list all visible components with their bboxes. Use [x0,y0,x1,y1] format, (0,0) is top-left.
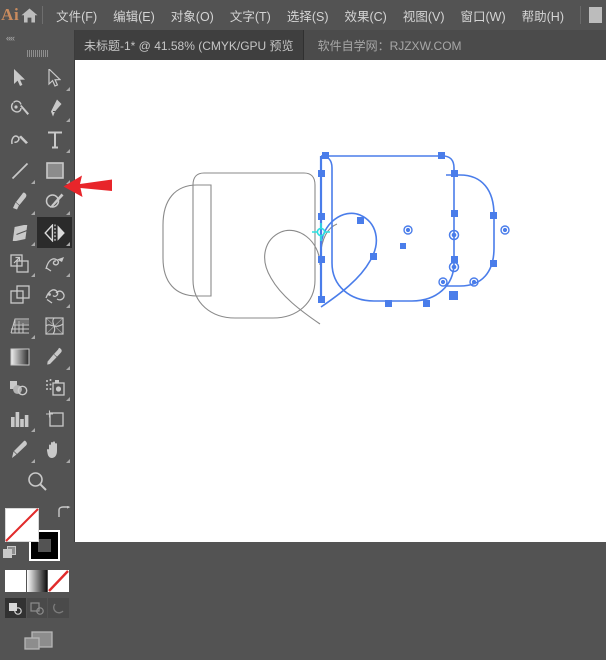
flyout-triangle-icon[interactable] [31,459,35,463]
workspace-switcher-icon[interactable] [589,7,602,23]
flyout-triangle-icon[interactable] [66,366,70,370]
shaper-tool[interactable] [37,186,72,217]
flyout-triangle-icon[interactable] [66,149,70,153]
curvature-tool[interactable] [2,124,37,155]
collapse-panel-icon[interactable]: «« [0,30,74,46]
hand-tool[interactable] [37,434,72,465]
shape-builder-tool[interactable] [37,279,72,310]
app-logo: Ai [0,0,20,30]
document-canvas[interactable] [75,60,606,542]
color-mode-solid[interactable] [5,570,26,592]
flyout-triangle-icon[interactable] [66,242,70,246]
gradient-tool[interactable] [2,341,37,372]
mesh-tool[interactable] [37,310,72,341]
document-tab-bar: 未标题-1* @ 41.58% (CMYK/GPU 预览 软件自学网：RJZXW… [75,30,606,60]
flyout-triangle-icon[interactable] [31,273,35,277]
artboard-tool[interactable] [37,403,72,434]
free-transform-tool[interactable] [2,279,37,310]
flyout-triangle-icon[interactable] [31,428,35,432]
color-mode-bar [5,570,69,592]
flyout-triangle-icon[interactable] [31,211,35,215]
paintbrush-tool[interactable] [2,186,37,217]
menu-help[interactable]: 帮助(H) [514,0,572,30]
zoom-tool[interactable] [2,465,72,496]
direct-selection-tool[interactable] [37,62,72,93]
artwork-layer [75,60,606,542]
draw-inside-mode[interactable] [48,598,69,618]
flyout-triangle-icon[interactable] [31,335,35,339]
menu-edit[interactable]: 编辑(E) [105,0,163,30]
menu-effect[interactable]: 效果(C) [336,0,394,30]
menu-view[interactable]: 视图(V) [395,0,453,30]
home-icon[interactable] [20,0,39,30]
tool-grid [2,62,72,496]
flyout-triangle-icon[interactable] [66,180,70,184]
menu-bar: Ai 文件(F) 编辑(E) 对象(O) 文字(T) 选择(S) 效果(C) 视… [0,0,606,30]
slice-tool[interactable] [2,434,37,465]
draw-behind-mode[interactable] [27,598,48,618]
tools-panel: «« [0,30,75,542]
change-screen-mode[interactable] [3,626,73,660]
reflect-tool[interactable] [37,217,72,248]
document-tab[interactable]: 未标题-1* @ 41.58% (CMYK/GPU 预览 [75,30,304,60]
draw-mode-bar [5,598,69,618]
menu-object[interactable]: 对象(O) [163,0,222,30]
flyout-triangle-icon[interactable] [66,118,70,122]
menu-type[interactable]: 文字(T) [222,0,279,30]
flyout-triangle-icon[interactable] [66,304,70,308]
flyout-triangle-icon[interactable] [66,273,70,277]
eraser-tool[interactable] [2,217,37,248]
flyout-triangle-icon[interactable] [31,180,35,184]
blend-tool[interactable] [2,372,37,403]
width-tool[interactable] [37,248,72,279]
magic-wand-tool[interactable] [2,93,37,124]
swap-fill-stroke-icon[interactable] [57,506,71,522]
illustrator-window: Ai 文件(F) 编辑(E) 对象(O) 文字(T) 选择(S) 效果(C) 视… [0,0,606,542]
pen-tool[interactable] [37,93,72,124]
menubar-right-divider [580,6,581,24]
menu-file[interactable]: 文件(F) [48,0,105,30]
toolbar-drag-handle[interactable] [0,46,74,60]
original-mug-shape[interactable] [163,173,337,324]
color-mode-gradient[interactable] [27,570,48,592]
selected-mug-shape[interactable] [304,156,494,307]
menubar-right-group [572,6,606,24]
flyout-triangle-icon[interactable] [66,211,70,215]
menu-select[interactable]: 选择(S) [279,0,337,30]
menubar-divider [42,6,43,24]
menu-window[interactable]: 窗口(W) [453,0,514,30]
perspective-grid-tool[interactable] [2,310,37,341]
flyout-triangle-icon[interactable] [31,242,35,246]
scale-tool[interactable] [2,248,37,279]
flyout-triangle-icon[interactable] [66,397,70,401]
selection-tool[interactable] [2,62,37,93]
symbol-sprayer-tool[interactable] [37,372,72,403]
default-fill-stroke-icon[interactable] [3,546,18,561]
draw-normal-mode[interactable] [5,598,26,618]
flyout-triangle-icon[interactable] [66,87,70,91]
rectangle-tool[interactable] [37,155,72,186]
flyout-triangle-icon[interactable] [66,459,70,463]
watermark-text: 软件自学网：RJZXW.COM [304,30,462,60]
type-tool[interactable] [37,124,72,155]
no-fill-slash-icon [5,508,39,542]
line-segment-tool[interactable] [2,155,37,186]
fill-swatch-none[interactable] [5,508,39,542]
eyedropper-tool[interactable] [37,341,72,372]
color-mode-none[interactable] [48,570,69,592]
fill-stroke-controls [3,506,73,564]
column-graph-tool[interactable] [2,403,37,434]
